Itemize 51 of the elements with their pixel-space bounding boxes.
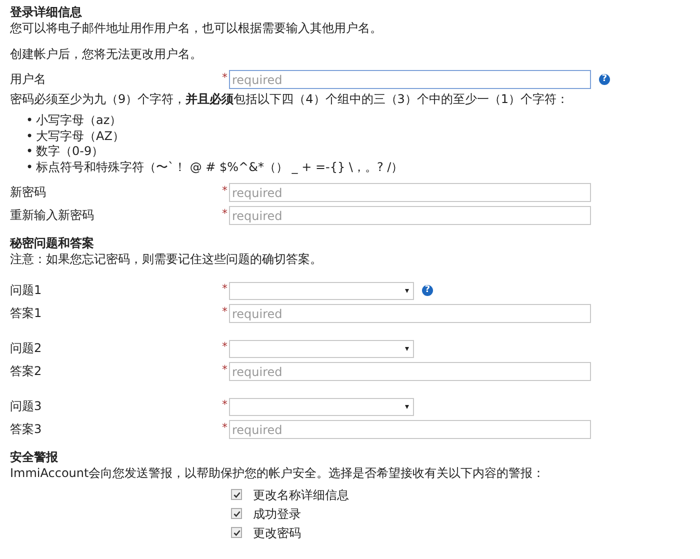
section-heading: 登录详细信息 [10,4,83,20]
help-icon[interactable]: ? [422,285,433,296]
required-mark: * [222,184,228,197]
password-rule-text: 密码必须至少为九（9）个字符，并且必须包括以下四（4）个组中的三（3）个中的至少一（1）个字符： [10,91,570,107]
username-field[interactable]: required [229,70,591,89]
caret-icon [405,346,409,350]
field-label: 问题3 [10,398,43,415]
rule-item: 数字（0-9） [36,144,104,160]
section-heading: 秘密问题和答案 [10,235,95,251]
option-label: 更改密码 [253,524,301,540]
required-mark: * [222,421,228,434]
note-text: 注意：如果您忘记密码，则需要记住这些问题的确切答案。 [10,251,323,267]
required-mark: * [222,71,228,84]
checkbox[interactable] [231,527,242,538]
field-label: 重新输入新密码 [10,207,95,224]
caret-icon [405,288,409,292]
option-label: 更改名称详细信息 [253,486,349,502]
password-field[interactable]: required [229,183,591,202]
required-mark: * [222,207,228,220]
help-icon[interactable]: ? [599,74,610,85]
caret-icon [405,404,409,408]
field-label: 问题1 [10,282,43,299]
bullet: • [26,128,34,144]
section-heading: 安全警报 [10,449,59,465]
field-label: 答案2 [10,363,43,380]
field-label: 答案1 [10,305,43,322]
answer-field[interactable]: required [229,362,591,381]
checkbox[interactable] [231,508,242,519]
field-label: 用户名 [10,71,47,88]
required-mark: * [222,282,228,295]
password-field[interactable]: required [229,206,591,225]
info-text: ImmiAccount会向您发送警报，以帮助保护您的帐户安全。选择是否希望接收有关以下内容的警报： [10,465,546,481]
required-mark: * [222,305,228,318]
checkbox[interactable] [231,489,242,500]
rule-item: 标点符号和特殊字符（〜`！ @ # $%^&*（） _ + =-{} \，。? /） [36,160,404,175]
required-mark: * [222,363,228,376]
info-text: 您可以将电子邮件地址用作用户名，也可以根据需要输入其他用户名。 [10,20,383,36]
rule-item: 大写字母（AZ） [36,128,124,144]
required-mark: * [222,340,228,353]
answer-field[interactable]: required [229,420,591,439]
answer-field[interactable]: required [229,304,591,323]
rule-item: 小写字母（az） [36,113,122,128]
option-label: 成功登录 [253,506,301,522]
bullet: • [26,144,34,160]
field-label: 新密码 [10,184,47,201]
bullet: • [26,160,34,175]
field-label: 答案3 [10,421,43,438]
required-mark: * [222,398,228,411]
bullet: • [26,113,34,128]
info-text: 创建帐户后，您将无法更改用户名。 [10,46,203,62]
field-label: 问题2 [10,340,43,357]
